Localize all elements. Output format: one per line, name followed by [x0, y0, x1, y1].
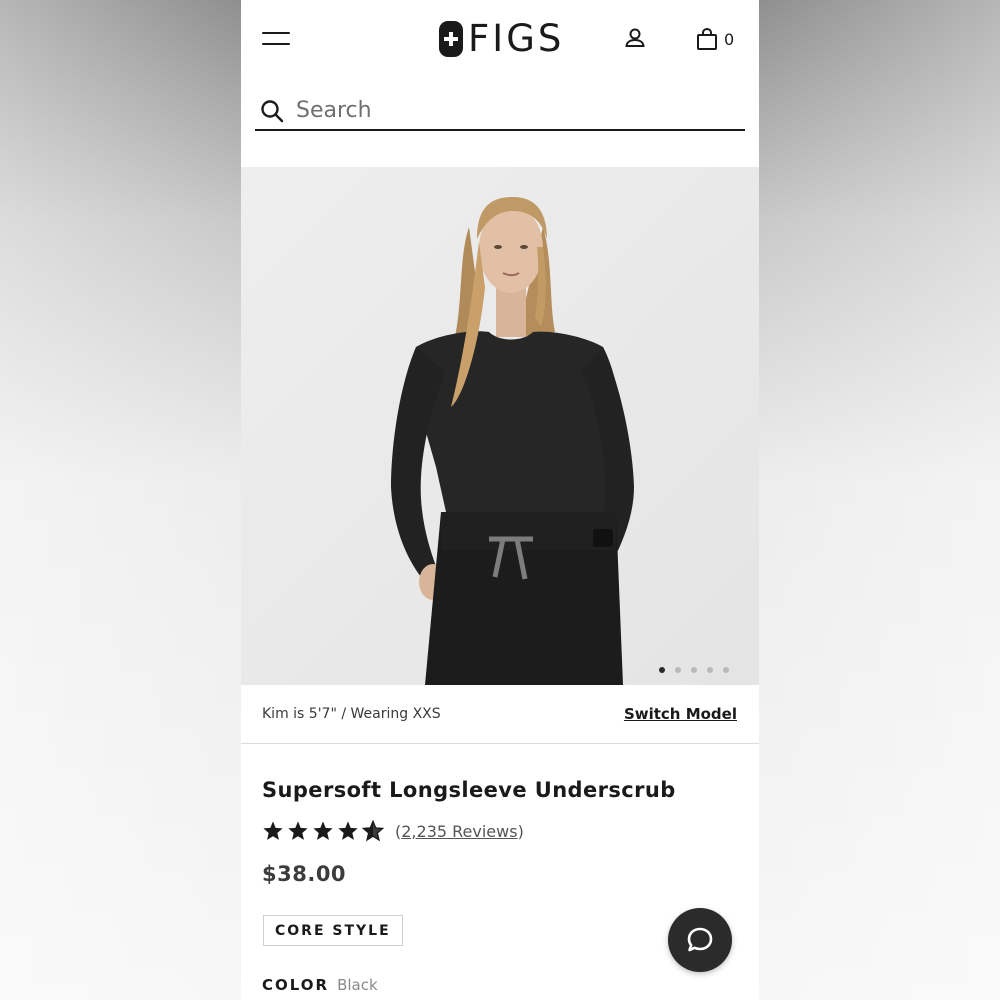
- reviews-link[interactable]: (2,235 Reviews): [395, 822, 524, 841]
- search-bar: [255, 92, 745, 131]
- gallery-dot[interactable]: [723, 667, 729, 673]
- product-title: Supersoft Longsleeve Underscrub: [262, 778, 676, 802]
- star-rating: [262, 820, 387, 842]
- search-input[interactable]: [296, 98, 716, 123]
- star-icon: [288, 821, 308, 840]
- product-price: $38.00: [262, 862, 347, 886]
- half-star-icon: [362, 820, 384, 842]
- menu-icon[interactable]: [262, 30, 290, 48]
- backdrop-left: [0, 0, 241, 1000]
- cart-button[interactable]: 0: [696, 26, 734, 52]
- star-icon: [313, 821, 333, 840]
- backdrop-right: [759, 0, 1000, 1000]
- brand-logo[interactable]: FIGS: [439, 20, 564, 58]
- color-value: Black: [337, 976, 378, 994]
- site-header: FIGS 0: [241, 0, 759, 80]
- mobile-page: FIGS 0 Search Kim is 5'7" / Wearing XXS …: [241, 0, 759, 1000]
- search-icon[interactable]: [260, 99, 284, 123]
- switch-model-link[interactable]: Switch Model: [624, 705, 737, 723]
- gallery-dot[interactable]: [691, 667, 697, 673]
- gallery-dot[interactable]: [675, 667, 681, 673]
- product-rating: (2,235 Reviews): [262, 820, 524, 842]
- shopping-bag-icon: [697, 27, 717, 50]
- account-icon[interactable]: [623, 26, 647, 50]
- reviews-count[interactable]: 2,235 Reviews: [401, 822, 517, 841]
- model-info-bar: Kim is 5'7" / Wearing XXS Switch Model: [241, 685, 759, 744]
- star-icon: [338, 821, 358, 840]
- color-label: COLOR: [262, 976, 330, 994]
- product-image[interactable]: [241, 167, 759, 685]
- gallery-dot[interactable]: [707, 667, 713, 673]
- logo-plus-mark: [439, 21, 463, 57]
- model-photo: [241, 167, 759, 685]
- color-selector-label: COLOR Black: [262, 976, 378, 994]
- chat-button[interactable]: [668, 908, 732, 972]
- cart-count: 0: [724, 29, 735, 49]
- brand-name: FIGS: [468, 17, 565, 60]
- core-style-badge: CORE STYLE: [263, 915, 403, 946]
- model-size-info: Kim is 5'7" / Wearing XXS: [262, 706, 441, 722]
- star-icon: [263, 821, 283, 840]
- gallery-dot[interactable]: [659, 667, 665, 673]
- gallery-pagination: [659, 667, 729, 673]
- chat-bubble-icon: [687, 927, 713, 952]
- reviews-close-paren: ): [517, 821, 524, 841]
